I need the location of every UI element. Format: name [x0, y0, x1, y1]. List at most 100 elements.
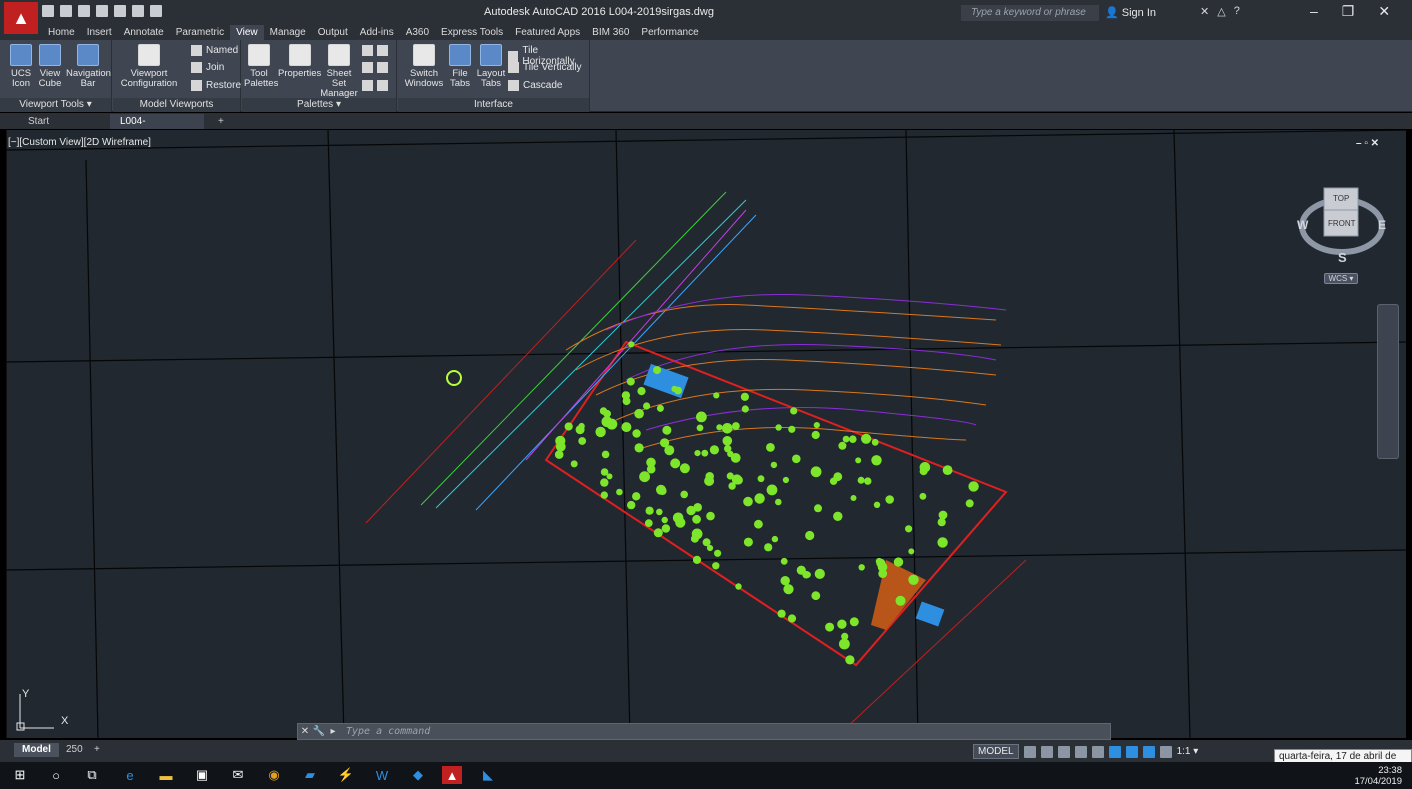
palette-small-2[interactable] — [362, 62, 388, 73]
snap-icon[interactable] — [1040, 745, 1053, 758]
file-tabs-button[interactable]: File Tabs — [448, 44, 472, 89]
wcs-menu[interactable]: WCS ▾ — [1324, 273, 1358, 284]
switch-windows-button[interactable]: Switch Windows — [404, 44, 444, 89]
palette-small-3[interactable] — [362, 80, 388, 91]
search-icon[interactable]: ○ — [46, 766, 66, 784]
sheet-set-manager-button[interactable]: Sheet Set Manager — [320, 44, 358, 99]
grid-icon[interactable] — [1023, 745, 1036, 758]
object-snap-icon[interactable] — [1125, 745, 1138, 758]
help-icon[interactable]: ? — [1234, 5, 1240, 18]
object-snap-tracking-icon[interactable] — [1108, 745, 1121, 758]
annotation-scale[interactable]: 1:1 ▾ — [1177, 746, 1199, 757]
new-file-icon[interactable] — [42, 5, 54, 17]
command-input[interactable]: Type a command — [346, 726, 430, 737]
tile-vertically-button[interactable]: Tile Vertically — [508, 62, 582, 73]
compass-east[interactable]: E — [1378, 218, 1386, 232]
viewport-configuration-button[interactable]: Viewport Configuration — [119, 44, 179, 89]
ribbon-tab-express-tools[interactable]: Express Tools — [435, 25, 509, 40]
properties-button[interactable]: Properties — [278, 44, 321, 79]
autodesk-a360-icon[interactable]: △ — [1217, 5, 1225, 18]
viewport-tools-footer[interactable]: Viewport Tools ▾ — [0, 98, 111, 112]
application-menu-button[interactable]: ▲ — [4, 2, 38, 34]
drawing-canvas[interactable] — [6, 130, 1406, 738]
new-tab-button[interactable]: + — [208, 114, 234, 129]
view-cube-top[interactable]: TOP — [1333, 194, 1349, 203]
palette-small-1[interactable] — [362, 45, 388, 56]
system-clock[interactable]: 23:38 17/04/2019 — [1352, 765, 1402, 787]
palettes-footer[interactable]: Palettes ▾ — [242, 98, 396, 112]
user-icon: 👤 — [1105, 7, 1122, 19]
cascade-button[interactable]: Cascade — [508, 80, 562, 91]
ribbon-tab-parametric[interactable]: Parametric — [170, 25, 230, 40]
join-viewports-button[interactable]: Join — [191, 62, 224, 73]
app3-icon[interactable]: ◣ — [478, 766, 498, 784]
navigation-bar-button[interactable]: Navigation Bar — [66, 44, 111, 89]
start-tab[interactable]: Start — [18, 114, 108, 129]
ribbon-tab-performance[interactable]: Performance — [635, 25, 704, 40]
building-footprint-south — [915, 601, 945, 627]
ribbon-tab-bar: Home Insert Annotate Parametric View Manage Ou… — [0, 25, 1412, 40]
isodraft-icon[interactable] — [1091, 745, 1104, 758]
annotation-visibility-icon[interactable] — [1142, 745, 1155, 758]
sign-in-button[interactable]: 👤 Sign In — [1105, 6, 1156, 19]
save-icon[interactable] — [78, 5, 90, 17]
recent-commands-icon[interactable]: ▸ — [326, 726, 340, 737]
viewport-window-controls[interactable]: – ▫ ✕ — [1356, 138, 1379, 149]
auto-scale-icon[interactable] — [1159, 745, 1172, 758]
view-cube-front[interactable]: FRONT — [1328, 219, 1356, 228]
compass-west[interactable]: W — [1297, 218, 1308, 232]
model-space-button[interactable]: MODEL — [973, 744, 1019, 759]
ribbon-tab-output[interactable]: Output — [312, 25, 354, 40]
status-bar: MODEL 1:1 ▾ — [973, 743, 1198, 760]
ribbon-tab-a360[interactable]: A360 — [400, 25, 435, 40]
task-view-icon[interactable]: ⧉ — [82, 766, 102, 784]
chrome-icon[interactable]: ◉ — [264, 766, 284, 784]
view-cube-button[interactable]: View Cube — [38, 44, 62, 89]
ribbon-tab-manage[interactable]: Manage — [264, 25, 312, 40]
navigation-bar[interactable] — [1377, 304, 1399, 459]
file-explorer-icon[interactable]: ▬ — [156, 766, 176, 784]
app-icon[interactable]: ▰ — [300, 766, 320, 784]
print-icon[interactable] — [114, 5, 126, 17]
undo-icon[interactable] — [132, 5, 144, 17]
layout-tabs-button[interactable]: Layout Tabs — [476, 44, 506, 89]
ribbon-tab-annotate[interactable]: Annotate — [118, 25, 170, 40]
windows-start-icon[interactable]: ⊞ — [10, 766, 30, 784]
ribbon-tab-insert[interactable]: Insert — [81, 25, 118, 40]
minimize-button[interactable]: – — [1310, 3, 1318, 20]
app2-icon[interactable]: ◆ — [408, 766, 428, 784]
view-cube[interactable]: TOP FRONT W E S — [1296, 182, 1388, 272]
close-command-line-icon[interactable]: ✕ — [298, 726, 312, 737]
edge-browser-icon[interactable]: e — [120, 766, 140, 784]
redo-icon[interactable] — [150, 5, 162, 17]
mail-icon[interactable]: ✉ — [228, 766, 248, 784]
palette-icon — [362, 62, 373, 73]
file-tab[interactable]: L004-2019sirgas* ✕ — [110, 114, 204, 142]
search-input[interactable]: Type a keyword or phrase — [961, 5, 1099, 21]
restore-button[interactable]: ❐ — [1342, 3, 1355, 20]
close-button[interactable]: ✕ — [1378, 3, 1390, 20]
store-icon[interactable]: ▣ — [192, 766, 212, 784]
word-icon[interactable]: W — [372, 766, 392, 784]
viewport-label[interactable]: [−][Custom View][2D Wireframe] — [8, 137, 151, 148]
open-file-icon[interactable] — [60, 5, 72, 17]
customize-icon[interactable]: 🔧 — [312, 726, 326, 737]
ucs-icon-button[interactable]: UCS Icon — [10, 44, 32, 89]
named-viewports-button[interactable]: Named — [191, 45, 238, 56]
ribbon-tab-home[interactable]: Home — [42, 25, 81, 40]
compass-south[interactable]: S — [1338, 250, 1347, 265]
save-as-icon[interactable] — [96, 5, 108, 17]
ortho-icon[interactable] — [1057, 745, 1070, 758]
polar-icon[interactable] — [1074, 745, 1087, 758]
exchange-icon[interactable]: ✕ — [1200, 5, 1209, 18]
autocad-taskbar-icon[interactable]: ▲ — [442, 766, 462, 784]
ribbon-tab-add-ins[interactable]: Add-ins — [354, 25, 400, 40]
tool-palettes-button[interactable]: Tool Palettes — [244, 44, 278, 89]
restore-viewports-button[interactable]: Restore — [191, 80, 241, 91]
add-layout-button[interactable]: + — [86, 743, 108, 757]
ribbon-tab-view[interactable]: View — [230, 25, 264, 40]
ribbon-tab-featured-apps[interactable]: Featured Apps — [509, 25, 586, 40]
model-tab[interactable]: Model — [14, 743, 59, 757]
acrobat-icon[interactable]: ⚡ — [336, 766, 356, 784]
ribbon-tab-bim-360[interactable]: BIM 360 — [586, 25, 635, 40]
